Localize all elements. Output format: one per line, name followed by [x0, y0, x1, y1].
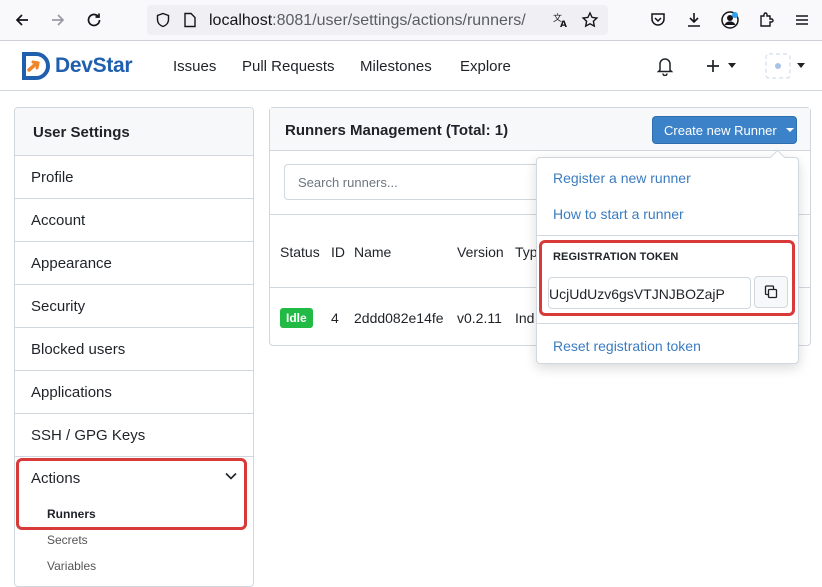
runner-name: 2ddd082e14fe: [354, 310, 444, 326]
sidebar-item-security[interactable]: Security: [15, 285, 253, 328]
sidebar-item-blocked-users[interactable]: Blocked users: [15, 328, 253, 371]
column-id[interactable]: ID: [331, 244, 345, 260]
downloads-button[interactable]: [682, 8, 706, 32]
shield-icon[interactable]: [153, 10, 173, 30]
create-menu-button[interactable]: [705, 54, 736, 78]
reload-icon: [87, 13, 101, 27]
address-bar[interactable]: localhost:8081/user/settings/actions/run…: [147, 5, 608, 35]
browser-toolbar: localhost:8081/user/settings/actions/run…: [0, 0, 822, 41]
forward-arrow-icon: [52, 14, 65, 26]
bell-icon: [656, 58, 674, 76]
sidebar-item-profile[interactable]: Profile: [15, 156, 253, 199]
caret-down-icon: [728, 63, 736, 68]
notifications-button[interactable]: [656, 54, 674, 78]
column-name[interactable]: Name: [354, 244, 391, 260]
svg-text:A: A: [560, 20, 567, 29]
register-runner-link[interactable]: Register a new runner: [553, 170, 691, 186]
howto-runner-link[interactable]: How to start a runner: [553, 206, 684, 222]
app-header: DevStar Issues Pull Requests Milestones …: [0, 41, 822, 91]
pocket-icon: [651, 13, 665, 26]
extensions-button[interactable]: [754, 8, 778, 32]
sidebar-item-ssh-gpg-keys[interactable]: SSH / GPG Keys: [15, 414, 253, 457]
panel-title: Runners Management (Total: 1): [285, 122, 509, 139]
dropdown-divider: [537, 235, 798, 236]
brand-logo[interactable]: DevStar: [20, 51, 133, 81]
runner-id: 4: [331, 310, 339, 326]
panel-header: Runners Management (Total: 1) Create new…: [270, 108, 810, 151]
sidebar-item-applications[interactable]: Applications: [15, 371, 253, 414]
bookmark-star-icon[interactable]: [580, 10, 600, 30]
column-type[interactable]: Typ: [515, 244, 538, 260]
caret-down-icon: [797, 63, 805, 68]
reset-token-link[interactable]: Reset registration token: [553, 338, 701, 354]
back-arrow-icon: [15, 14, 28, 26]
download-icon: [688, 13, 700, 27]
reload-button[interactable]: [82, 8, 106, 32]
translate-icon[interactable]: 文A: [551, 10, 571, 30]
puzzle-icon: [760, 12, 774, 27]
url-text[interactable]: localhost:8081/user/settings/actions/run…: [209, 12, 526, 30]
pocket-button[interactable]: [646, 8, 670, 32]
plus-icon: [707, 60, 719, 72]
status-badge: Idle: [280, 308, 313, 328]
nav-explore[interactable]: Explore: [460, 58, 511, 75]
highlight-box-token: [539, 240, 795, 316]
sidebar-subitem-secrets[interactable]: Secrets: [15, 527, 253, 553]
brand-name: DevStar: [55, 54, 133, 77]
forward-button[interactable]: [46, 8, 70, 32]
hamburger-icon: [796, 15, 808, 25]
runner-type: Ind: [515, 310, 535, 326]
account-button[interactable]: [718, 8, 742, 32]
caret-down-icon: [785, 128, 794, 132]
avatar-icon: [765, 53, 791, 79]
back-button[interactable]: [10, 8, 34, 32]
nav-issues[interactable]: Issues: [173, 58, 216, 75]
url-host: localhost: [209, 12, 273, 29]
account-icon: [721, 11, 739, 29]
column-status[interactable]: Status: [280, 244, 320, 260]
menu-button[interactable]: [790, 8, 814, 32]
create-runner-button[interactable]: Create new Runner: [652, 116, 797, 144]
nav-milestones[interactable]: Milestones: [360, 58, 432, 75]
sidebar-item-appearance[interactable]: Appearance: [15, 242, 253, 285]
sidebar-subitem-variables[interactable]: Variables: [15, 553, 253, 579]
highlight-box-actions: [16, 458, 247, 530]
runner-version: v0.2.11: [457, 310, 502, 326]
page-info-icon[interactable]: [180, 10, 200, 30]
sidebar-title: User Settings: [15, 108, 253, 156]
create-runner-label: Create new Runner: [664, 122, 777, 138]
url-path: :8081/user/settings/actions/runners/: [272, 12, 526, 29]
sidebar-item-account[interactable]: Account: [15, 199, 253, 242]
devstar-logo-icon: [22, 52, 50, 80]
column-version[interactable]: Version: [457, 244, 504, 260]
dropdown-divider: [537, 323, 798, 324]
user-menu-button[interactable]: [765, 53, 805, 79]
nav-pull-requests[interactable]: Pull Requests: [242, 58, 335, 75]
